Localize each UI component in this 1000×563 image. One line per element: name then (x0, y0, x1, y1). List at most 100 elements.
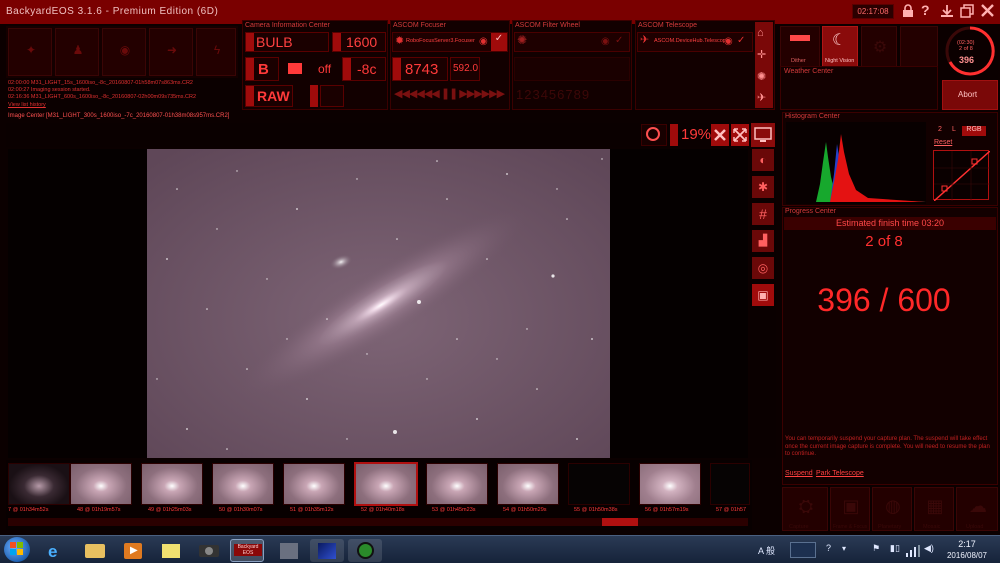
tool-icon[interactable] (272, 539, 306, 562)
image-info-icon (646, 127, 660, 141)
tray-help-icon[interactable]: ? (826, 543, 831, 553)
grid-tool-button[interactable]: # (752, 203, 774, 225)
suspend-link[interactable]: Suspend (785, 470, 813, 477)
galaxy-svg (147, 149, 610, 458)
camera-app-icon[interactable] (192, 539, 226, 562)
thumbnail-3[interactable] (212, 463, 274, 505)
window-title: BackyardEOS 3.1.6 - Premium Edition (6D) (6, 6, 219, 17)
camera-icon: ⛭ (798, 496, 814, 516)
stellarium-icon[interactable] (310, 539, 344, 562)
mosaic-button[interactable]: ▦ Mosaic (914, 487, 954, 531)
camera-wb-value: B (258, 61, 269, 78)
telescope-eye-icon[interactable]: ◉ (724, 36, 733, 47)
log-line-3: 02:16:36 M31_LIGHT_600s_1600iso_-8c_2016… (8, 94, 197, 100)
thumbnail-2[interactable] (141, 463, 203, 505)
close-icon[interactable] (980, 3, 995, 18)
flag-icon[interactable]: ⚑ (872, 543, 880, 554)
thumbnail-caption-3: 50 @ 01h30m07s (219, 507, 263, 513)
camera-drive-tag[interactable] (310, 85, 318, 107)
monitor-button[interactable] (751, 123, 775, 147)
backyard-eos-task[interactable]: Backyard EOS (230, 539, 264, 562)
download-icon[interactable] (940, 4, 954, 18)
help-icon[interactable]: ? (921, 2, 935, 18)
ie-icon[interactable]: e (40, 539, 74, 562)
thumbnail-9[interactable] (639, 463, 701, 505)
toolbar-button-4[interactable]: ➜ (149, 28, 193, 76)
taskbar-date[interactable]: 2016/08/07 (940, 551, 994, 560)
arrow-icon: ➜ (166, 43, 178, 57)
thumbnail-6[interactable] (426, 463, 488, 505)
filter-eye-icon[interactable]: ◉ (601, 36, 610, 47)
ime-icon[interactable] (790, 542, 816, 558)
capture-button[interactable]: ⛭ Capture (782, 487, 828, 531)
restore-icon[interactable] (960, 4, 974, 18)
thumbnail-scrollbar-thumb[interactable] (602, 518, 638, 526)
notes-icon[interactable] (154, 539, 188, 562)
thumbnail-1[interactable] (70, 463, 132, 505)
exposure-progress: 396 / 600 (817, 282, 951, 318)
thumbnail-8[interactable] (568, 463, 630, 505)
focuser-gear-icon: ✹ (395, 35, 405, 47)
histogram-tab-rgb[interactable]: RGB (962, 126, 986, 136)
upload-button[interactable]: ☁ Upload (956, 487, 998, 531)
network-icon[interactable]: ▮▯ (890, 543, 900, 554)
crop-tool-button[interactable]: ◐ (752, 149, 774, 171)
camera-quality-icon[interactable] (288, 63, 302, 74)
camera-format-tag (246, 86, 254, 106)
filter-slots[interactable]: 123456789 (516, 87, 590, 102)
histogram-tab-2[interactable]: 2 (934, 126, 946, 136)
tray-dropdown-icon[interactable]: ▾ (842, 544, 846, 553)
signal-icon[interactable] (906, 544, 920, 557)
filter-wheel-title: ASCOM Filter Wheel (515, 22, 580, 29)
zoom-value[interactable]: 19% (681, 126, 711, 143)
toolbar-button-5[interactable]: ϟ (196, 28, 236, 76)
camera-status-value: off (318, 62, 332, 76)
filter-wheel-icon: ✺ (517, 33, 528, 47)
park-telescope-link[interactable]: Park Telescope (816, 470, 864, 477)
volume-icon[interactable]: ◀) (924, 543, 934, 554)
view-history-link[interactable]: View list history (8, 102, 46, 108)
focus-tool-button[interactable]: ◎ (752, 257, 774, 279)
target-app-icon[interactable] (348, 539, 382, 562)
telescope-target-icon[interactable]: ✛ (757, 48, 766, 61)
telescope-sync-icon[interactable]: ✺ (757, 70, 766, 83)
planetary-icon: ◍ (885, 496, 901, 516)
camera-drive-box[interactable] (320, 85, 344, 107)
histogram-tab-l[interactable]: L (948, 126, 960, 136)
frame-focus-button[interactable]: ▣ Frame & Focus (830, 487, 870, 531)
filter-device-row[interactable] (514, 32, 630, 52)
camera-iso-value: 1600 (346, 34, 378, 50)
histogram-tool-button[interactable]: ▟ (752, 230, 774, 252)
toolbar-button-3[interactable]: ◉ (102, 28, 146, 76)
image-tool-button[interactable]: ▣ (752, 284, 774, 306)
thumbnail-10[interactable] (710, 463, 750, 505)
histogram-reset-link[interactable]: Reset (934, 139, 952, 146)
thumbnail-0[interactable] (8, 463, 70, 505)
focuser-connect-button[interactable]: ✓ (491, 33, 507, 51)
toolbar-button-1[interactable]: ✦ (8, 28, 52, 76)
lock-icon[interactable] (901, 4, 915, 18)
media-player-icon[interactable]: ▶ (116, 539, 150, 562)
thumbnail-5-selected[interactable] (354, 462, 418, 506)
curve-box[interactable] (933, 150, 991, 202)
toolbar-button-2[interactable]: ♟ (55, 28, 99, 76)
focuser-eye-icon[interactable]: ◉ (479, 36, 488, 47)
filter-check-icon[interactable]: ✓ (615, 35, 623, 46)
taskbar-time[interactable]: 2:17 (942, 539, 992, 549)
zoom-close-button[interactable] (711, 124, 729, 146)
thumbnail-7[interactable] (497, 463, 559, 505)
blank-button[interactable] (900, 26, 938, 68)
explorer-icon[interactable] (78, 539, 112, 562)
camera-center-title: Camera Information Center (245, 22, 330, 29)
telescope-park-icon[interactable]: ✈ (757, 91, 766, 104)
plan-count: 2 of 8 (865, 233, 903, 250)
star-tool-button[interactable]: ✱ (752, 176, 774, 198)
fit-screen-icon[interactable] (731, 124, 749, 146)
language-indicator[interactable]: A 般 (758, 544, 775, 557)
telescope-home-icon[interactable]: ⌂ (757, 27, 764, 39)
thumbnail-4[interactable] (283, 463, 345, 505)
telescope-check-icon[interactable]: ✓ (737, 35, 745, 46)
planetary-button[interactable]: ◍ Planetary (872, 487, 912, 531)
galaxy-image[interactable] (147, 149, 610, 458)
settings-button[interactable]: ⚙ (861, 26, 897, 68)
